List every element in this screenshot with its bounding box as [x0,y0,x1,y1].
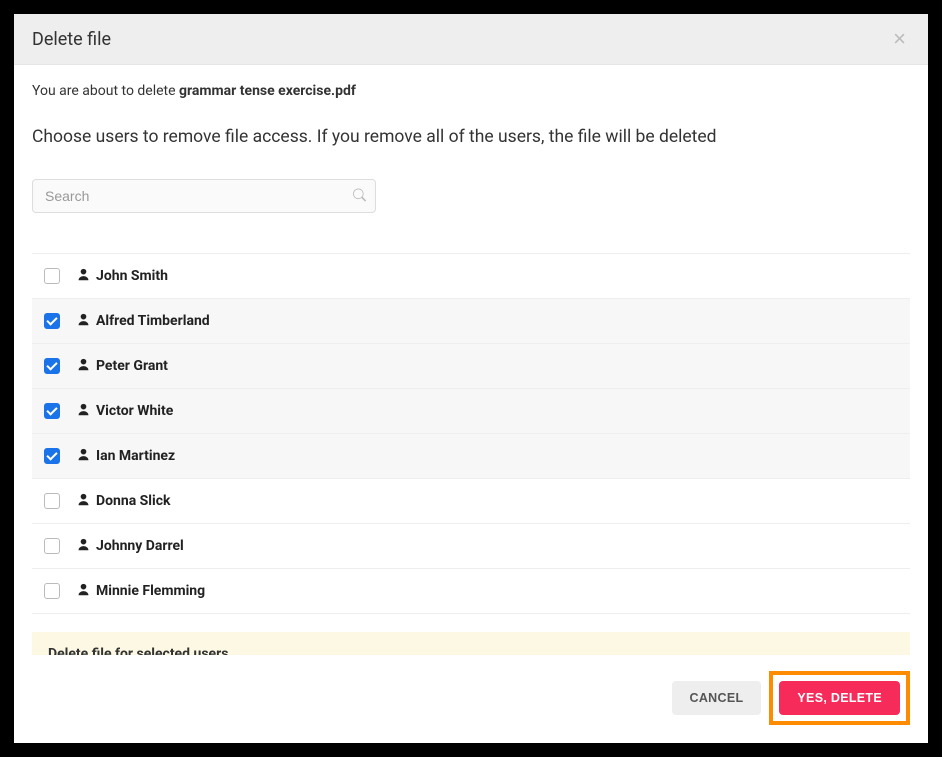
user-row[interactable]: Ian Martinez [32,434,910,479]
close-button[interactable]: × [889,28,910,50]
user-label: Peter Grant [77,358,168,375]
person-icon [77,358,90,375]
user-row[interactable]: Donna Slick [32,479,910,524]
user-checkbox[interactable] [44,583,60,599]
person-icon [77,313,90,330]
search-input[interactable] [32,179,376,213]
summary-bar: Delete file for selected users [32,632,910,655]
user-checkbox[interactable] [44,268,60,284]
user-row[interactable]: Johnny Darrel [32,524,910,569]
user-row[interactable]: Peter Grant [32,344,910,389]
user-row[interactable]: Alfred Timberland [32,299,910,344]
user-row[interactable]: Minnie Flemming [32,569,910,614]
close-icon: × [893,26,906,51]
user-list: John Smith Alfred Timberland Peter Grant Vi… [32,253,910,614]
user-name: Peter Grant [96,358,168,374]
person-icon [77,493,90,510]
search-container [32,179,376,213]
person-icon [77,583,90,600]
user-name: John Smith [96,268,168,284]
dialog-footer: Cancel Yes, Delete [14,655,928,743]
person-icon [77,538,90,555]
user-name: Alfred Timberland [96,313,210,329]
user-name: Minnie Flemming [96,583,205,599]
dialog-title: Delete file [32,29,111,50]
person-icon [77,268,90,285]
user-label: Ian Martinez [77,448,175,465]
confirm-highlight: Yes, Delete [769,671,910,725]
user-name: Donna Slick [96,493,170,509]
user-row[interactable]: John Smith [32,254,910,299]
user-label: Johnny Darrel [77,538,184,555]
user-name: Ian Martinez [96,448,175,464]
user-checkbox[interactable] [44,403,60,419]
user-label: Victor White [77,403,173,420]
user-checkbox[interactable] [44,313,60,329]
delete-warning-text: You are about to delete grammar tense ex… [32,83,910,99]
user-label: Donna Slick [77,493,170,510]
delete-warning-filename: grammar tense exercise.pdf [179,83,356,99]
dialog-body: You are about to delete grammar tense ex… [14,65,928,655]
cancel-button[interactable]: Cancel [672,681,762,715]
user-name: Victor White [96,403,173,419]
delete-file-dialog: Delete file × You are about to delete gr… [14,14,928,743]
summary-text: Delete file for selected users [48,646,228,655]
person-icon [77,403,90,420]
user-label: John Smith [77,268,168,285]
user-label: Alfred Timberland [77,313,210,330]
person-icon [77,448,90,465]
user-name: Johnny Darrel [96,538,184,554]
user-checkbox[interactable] [44,358,60,374]
confirm-delete-button[interactable]: Yes, Delete [779,681,900,715]
user-checkbox[interactable] [44,493,60,509]
instruction-text: Choose users to remove file access. If y… [32,127,910,147]
user-checkbox[interactable] [44,538,60,554]
user-row[interactable]: Victor White [32,389,910,434]
delete-warning-prefix: You are about to delete [32,83,179,99]
dialog-header: Delete file × [14,14,928,65]
user-checkbox[interactable] [44,448,60,464]
user-label: Minnie Flemming [77,583,205,600]
